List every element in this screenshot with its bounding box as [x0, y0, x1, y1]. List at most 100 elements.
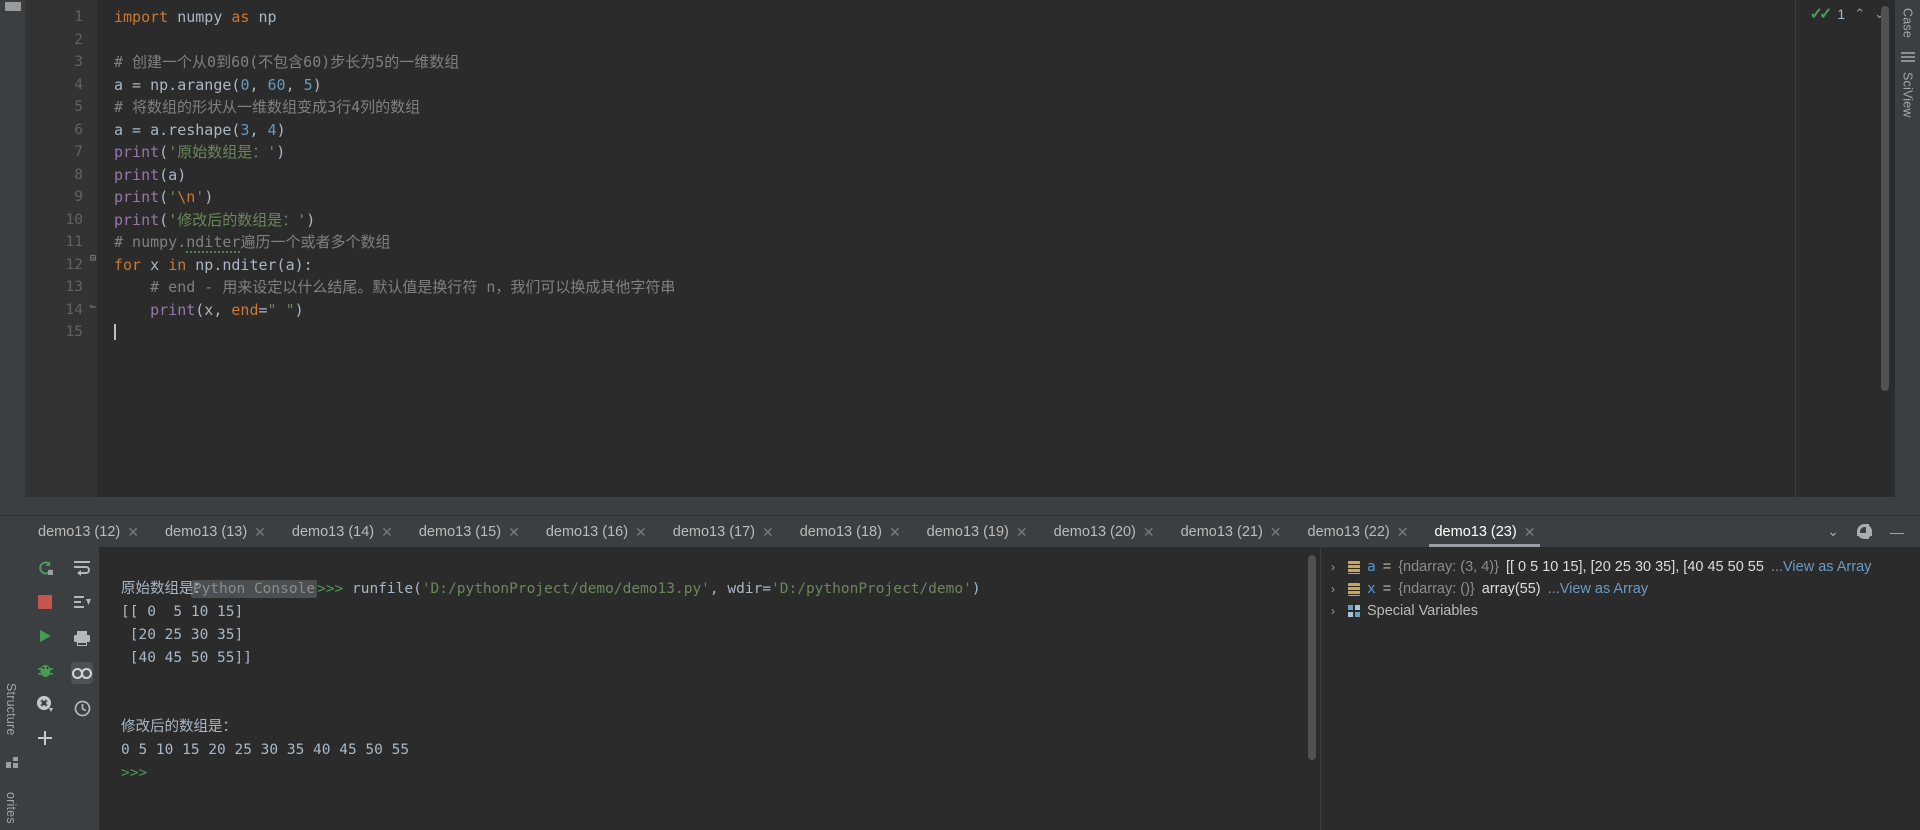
gear-icon[interactable] — [1857, 524, 1872, 539]
close-icon[interactable]: ✕ — [381, 525, 393, 539]
rerun-icon[interactable] — [34, 557, 56, 579]
code-line[interactable]: # numpy.nditer遍历一个或者多个数组 — [97, 231, 1795, 254]
run-icon[interactable] — [34, 625, 56, 647]
close-icon[interactable]: ✕ — [1524, 525, 1536, 539]
close-icon[interactable]: ✕ — [889, 525, 901, 539]
print-icon[interactable] — [71, 627, 93, 649]
console-input-prompt[interactable]: >>> — [121, 762, 1320, 785]
stop-icon[interactable] — [34, 591, 56, 613]
console-tab[interactable]: demo13 (20) ✕ — [1041, 516, 1168, 547]
code-token: ) — [204, 188, 214, 206]
close-icon[interactable]: ✕ — [254, 525, 266, 539]
right-tool-rail: Case SciView — [1895, 0, 1920, 497]
settings-icon[interactable] — [34, 693, 56, 715]
console-output[interactable]: Python Console >>> runfile('D:/pythonProj… — [99, 547, 1320, 830]
code-token: ) — [306, 210, 316, 229]
code-token: \n — [177, 188, 196, 206]
code-line[interactable]: a = np.arange(0, 60, 5) — [97, 74, 1795, 97]
close-icon[interactable]: ✕ — [508, 525, 520, 539]
close-icon[interactable]: ✕ — [1016, 525, 1028, 539]
code-line[interactable]: for x in np.nditer(a): — [97, 254, 1795, 277]
code-line[interactable]: # end - 用来设定以什么结尾。默认值是换行符 n，我们可以换成其他字符串 — [97, 276, 1795, 299]
console-tab-label: demo13 (12) — [38, 523, 121, 540]
code-token: print — [114, 143, 160, 161]
close-icon[interactable]: ✕ — [635, 525, 647, 539]
variable-row[interactable]: › a = {ndarray: (3, 4)} [[ 0 5 10 15], [2… — [1321, 556, 1920, 578]
expand-arrow-icon[interactable]: › — [1331, 560, 1341, 574]
view-as-array-link[interactable]: ...View as Array — [1771, 559, 1871, 575]
console-tab[interactable]: demo13 (19) ✕ — [914, 516, 1041, 547]
code-token: (a) — [159, 165, 187, 184]
console-out-line: [40 45 50 55]] — [121, 650, 252, 666]
close-icon[interactable]: ✕ — [1143, 525, 1155, 539]
history-icon[interactable] — [71, 697, 93, 719]
editor-scrollbar[interactable] — [1881, 6, 1889, 391]
special-variables-icon — [1348, 605, 1360, 617]
code-token: ' — [195, 188, 205, 206]
code-line[interactable]: print(a) — [97, 164, 1795, 187]
tabbar-dropdown-icon[interactable]: ⌄ — [1827, 523, 1839, 540]
add-icon[interactable] — [34, 727, 56, 749]
code-line[interactable]: print('原始数组是：') — [97, 141, 1795, 164]
console-tab[interactable]: demo13 (23) ✕ — [1421, 516, 1548, 547]
console-tab[interactable]: demo13 (18) ✕ — [787, 516, 914, 547]
code-line[interactable] — [97, 29, 1795, 52]
editor-console-splitter[interactable] — [0, 497, 1920, 515]
console-tab[interactable]: demo13 (14) ✕ — [279, 516, 406, 547]
console-tab[interactable]: demo13 (12) ✕ — [25, 516, 152, 547]
special-variables-row[interactable]: › Special Variables — [1321, 600, 1920, 622]
code-line[interactable]: print('修改后的数组是：') — [97, 209, 1795, 232]
code-line[interactable]: # 将数组的形状从一维数组变成3行4列的数组 — [97, 96, 1795, 119]
code-line[interactable]: import numpy as np — [97, 6, 1795, 29]
code-line[interactable]: print('\n') — [97, 186, 1795, 209]
code-line[interactable]: a = a.reshape(3, 4) — [97, 119, 1795, 142]
expand-arrow-icon[interactable]: › — [1331, 604, 1341, 618]
code-token: '原始数组是：' — [168, 143, 277, 161]
view-as-array-link[interactable]: ...View as Array — [1548, 581, 1648, 597]
code-token: for — [114, 255, 142, 274]
code-line[interactable] — [97, 321, 1795, 344]
variable-row[interactable]: › x = {ndarray: ()} array(55) ...View as A… — [1321, 578, 1920, 600]
console-tab[interactable]: demo13 (22) ✕ — [1295, 516, 1422, 547]
console-tab[interactable]: demo13 (17) ✕ — [660, 516, 787, 547]
structure-tool-label[interactable]: Structure — [4, 679, 18, 740]
code-line[interactable]: print(x, end=" ") — [97, 299, 1795, 322]
run-controls — [25, 547, 65, 830]
console-tab[interactable]: demo13 (16) ✕ — [533, 516, 660, 547]
variable-name: x — [1367, 581, 1376, 597]
fold-end-icon[interactable]: ⌐ — [85, 299, 96, 311]
chevron-up-icon[interactable]: ⌃ — [1854, 6, 1865, 22]
favorites-tool-label[interactable]: orites — [4, 788, 18, 828]
close-icon[interactable]: ✕ — [1397, 525, 1409, 539]
scroll-to-end-icon[interactable] — [71, 592, 93, 614]
close-icon[interactable]: ✕ — [127, 525, 139, 539]
console-tab[interactable]: demo13 (21) ✕ — [1168, 516, 1295, 547]
code-token: print — [150, 300, 196, 319]
minimize-icon[interactable]: — — [1890, 524, 1904, 540]
inspection-widget[interactable]: ✓✓ 1 ⌃ ⌄ — [1810, 4, 1885, 24]
debug-icon[interactable] — [34, 659, 56, 681]
console-tab[interactable]: demo13 (13) ✕ — [152, 516, 279, 547]
variable-type: {ndarray: (3, 4)} — [1398, 559, 1499, 575]
expand-arrow-icon[interactable]: › — [1331, 582, 1341, 596]
show-variables-icon[interactable] — [71, 662, 93, 684]
right-rail-database-label[interactable]: Case — [1901, 4, 1915, 42]
console-tab-label: demo13 (20) — [1053, 523, 1136, 540]
console-prompt: >>> — [317, 581, 352, 597]
console-scrollbar[interactable] — [1308, 555, 1316, 760]
line-number: 9 — [74, 189, 83, 205]
editor-gutter[interactable]: 1 2 3 4 5 6 7 8 9 10 11 12 ⊟ 13 14 ⌐ 15 — [25, 0, 97, 497]
right-rail-sciview-label[interactable]: SciView — [1901, 68, 1915, 122]
console-tab[interactable]: demo13 (15) ✕ — [406, 516, 533, 547]
editor-code-pane[interactable]: import numpy as np # 创建一个从0到60(不包含60)步长为5… — [97, 0, 1795, 497]
soft-wrap-icon[interactable] — [71, 557, 93, 579]
console-out-line: 修改后的数组是： — [121, 719, 237, 735]
fold-collapse-icon[interactable]: ⊟ — [85, 253, 96, 265]
line-number: 6 — [74, 121, 83, 138]
console-tab-label: demo13 (13) — [164, 523, 248, 540]
close-icon[interactable]: ✕ — [762, 525, 774, 539]
code-line[interactable]: # 创建一个从0到60(不包含60)步长为5的一维数组 — [97, 51, 1795, 74]
close-icon[interactable]: ✕ — [1270, 525, 1282, 539]
variable-value: array(55) — [1481, 581, 1541, 597]
